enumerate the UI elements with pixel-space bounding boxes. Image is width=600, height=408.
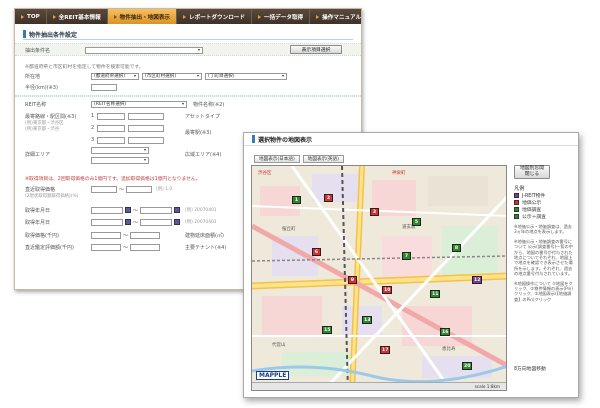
map-scale-bar: scale 1:8km xyxy=(252,382,506,390)
saved-condition-select[interactable] xyxy=(85,46,203,54)
reit-select[interactable]: (REIT名称選択) xyxy=(91,100,187,108)
price-max-input[interactable] xyxy=(126,185,153,193)
calendar-icon[interactable] xyxy=(174,207,181,213)
area-select-2[interactable] xyxy=(91,156,149,164)
rent-max-input[interactable] xyxy=(130,231,161,239)
map-sidebar: 地図別窓開 閉じる 凡例 J-REIT物件 地価公示 地価調査 公示＋調査 ※地価公示… xyxy=(514,165,574,302)
map-label: 恵比寿 xyxy=(442,347,456,352)
town-select[interactable]: (丁町目選択) xyxy=(205,72,287,80)
nav-item-top[interactable]: TOP xyxy=(15,9,47,24)
legend-swatch-icon xyxy=(514,193,519,198)
station-line-input-3[interactable] xyxy=(97,136,126,144)
calendar-icon[interactable] xyxy=(125,219,131,225)
legend-swatch-icon xyxy=(514,214,519,219)
pan-control-label[interactable]: 8方向地図移動 xyxy=(514,365,546,372)
area-select-1[interactable] xyxy=(91,146,149,154)
map-pin[interactable]: 11 xyxy=(430,290,441,298)
chevron-down-icon xyxy=(134,75,136,77)
nav-item-reit-info[interactable]: 全REIT基本情報 xyxy=(47,9,108,24)
appraisal-min-input[interactable] xyxy=(91,243,121,251)
sale-date-to-input[interactable] xyxy=(140,218,173,226)
legend: J-REIT物件 地価公示 地価調査 公示＋調査 xyxy=(514,192,574,220)
tab-map-english[interactable]: 地図表示(英語) xyxy=(302,155,344,163)
map-pin[interactable]: 2 xyxy=(324,194,333,202)
map-pin[interactable]: 3 xyxy=(370,208,379,216)
map-pin[interactable]: 12 xyxy=(472,276,483,284)
map-label: 桜丘町 xyxy=(282,227,296,232)
station-line-input-2[interactable] xyxy=(97,124,126,132)
arrow-icon xyxy=(113,14,117,19)
prefecture-select[interactable]: (都道府県選択) xyxy=(91,72,139,80)
price-min-input[interactable] xyxy=(91,185,117,193)
arrow-icon xyxy=(316,14,320,19)
show-items-button[interactable]: 表示項目選択 xyxy=(290,44,342,54)
map-pin[interactable]: 6 xyxy=(312,248,321,256)
top-nav: TOP 全REIT基本情報 物件抽出・地図表示 レポートダウンロード 一括データ… xyxy=(15,9,361,24)
legend-title: 凡例 xyxy=(514,186,525,192)
map-label: 代官山 xyxy=(272,343,286,348)
legend-note: ※地価公示・地価調査は、過去3ヵ年の地点を表示します。 xyxy=(514,224,572,235)
map-label: 渋谷区 xyxy=(258,171,272,176)
calendar-icon[interactable] xyxy=(174,219,181,225)
station-line-input-1[interactable] xyxy=(97,112,126,120)
legend-item: 公示＋調査 xyxy=(514,213,574,220)
map-pin[interactable]: 20 xyxy=(462,362,473,370)
rent-min-input[interactable] xyxy=(91,231,121,239)
map-tabs: 地図表示(日本語) 地図表示(英語) xyxy=(254,155,344,163)
chevron-down-icon xyxy=(144,149,146,151)
map-window: 選択物件の地図表示 地図表示(日本語) 地図表示(英語) 渋谷区 神泉町 桜丘町… xyxy=(243,132,579,398)
map-view[interactable]: 渋谷区 神泉町 桜丘町 道玄坂 代官山 恵比寿 1 2 3 5 6 7 8 9 10 11 12 13… xyxy=(251,165,507,391)
map-pin[interactable]: 5 xyxy=(412,218,421,226)
map-pin[interactable]: 16 xyxy=(440,328,451,336)
map-pin[interactable]: 1 xyxy=(292,196,301,204)
chevron-down-icon xyxy=(198,49,200,51)
nav-item-report-download[interactable]: レポートダウンロード xyxy=(177,9,252,24)
nav-item-bulk-data[interactable]: 一括データ取得 xyxy=(252,9,311,24)
acq-date-to-input[interactable] xyxy=(140,206,173,214)
legend-swatch-icon xyxy=(514,200,519,205)
arrow-icon xyxy=(21,14,24,19)
map-window-title: 選択物件の地図表示 xyxy=(244,133,578,146)
chevron-down-icon xyxy=(197,75,199,77)
map-logo: MAPPLE xyxy=(256,371,290,380)
chevron-down-icon xyxy=(282,75,284,77)
legend-item: 地価公示 xyxy=(514,199,574,206)
acq-date-from-input[interactable] xyxy=(91,206,123,214)
chevron-down-icon xyxy=(144,159,146,161)
city-select[interactable]: (市区町村選択) xyxy=(142,72,202,80)
legend-item: 地価調査 xyxy=(514,206,574,213)
map-pin[interactable]: 8 xyxy=(452,244,461,252)
legend-note-2: ※地価公示・地価調査の番号について 公示(調査番号)一覧の中から、地図の番号が付… xyxy=(514,238,573,277)
arrow-icon xyxy=(52,14,56,19)
nav-item-manual[interactable]: 操作マニュアル xyxy=(310,9,361,24)
map-pin[interactable]: 10 xyxy=(382,286,393,294)
map-canvas xyxy=(252,166,506,390)
calendar-icon[interactable] xyxy=(125,207,131,213)
map-label: 神泉町 xyxy=(392,171,406,176)
appraisal-max-input[interactable] xyxy=(130,243,161,251)
map-pin[interactable]: 13 xyxy=(362,316,373,324)
map-pin[interactable]: 7 xyxy=(402,252,411,260)
arrow-icon xyxy=(257,14,261,19)
saved-condition-label: 抽出条件名 xyxy=(25,47,51,54)
close-map-button[interactable]: 地図別窓開 閉じる xyxy=(514,165,550,179)
station-input-2[interactable] xyxy=(128,124,165,132)
station-input-3[interactable] xyxy=(128,136,165,144)
legend-note-3: ※地図操作について ①地図をクリック、②物件情報の表示(Pin)クリック、③地図… xyxy=(514,280,573,302)
station-input-1[interactable] xyxy=(128,112,165,120)
nav-item-property-map[interactable]: 物件抽出・地図表示 xyxy=(107,9,178,24)
arrow-icon xyxy=(183,14,187,19)
radius-input[interactable] xyxy=(91,83,117,91)
page-title: 物件抽出条件設定 xyxy=(23,29,353,40)
map-pin[interactable]: 15 xyxy=(322,326,333,334)
tab-map-japanese[interactable]: 地図表示(日本語) xyxy=(254,155,300,163)
legend-item: J-REIT物件 xyxy=(514,192,574,199)
map-pin[interactable]: 17 xyxy=(380,346,391,354)
chevron-down-icon xyxy=(182,103,184,105)
sale-date-from-input[interactable] xyxy=(91,218,123,226)
legend-swatch-icon xyxy=(514,207,519,212)
map-pin[interactable]: 9 xyxy=(348,276,357,284)
